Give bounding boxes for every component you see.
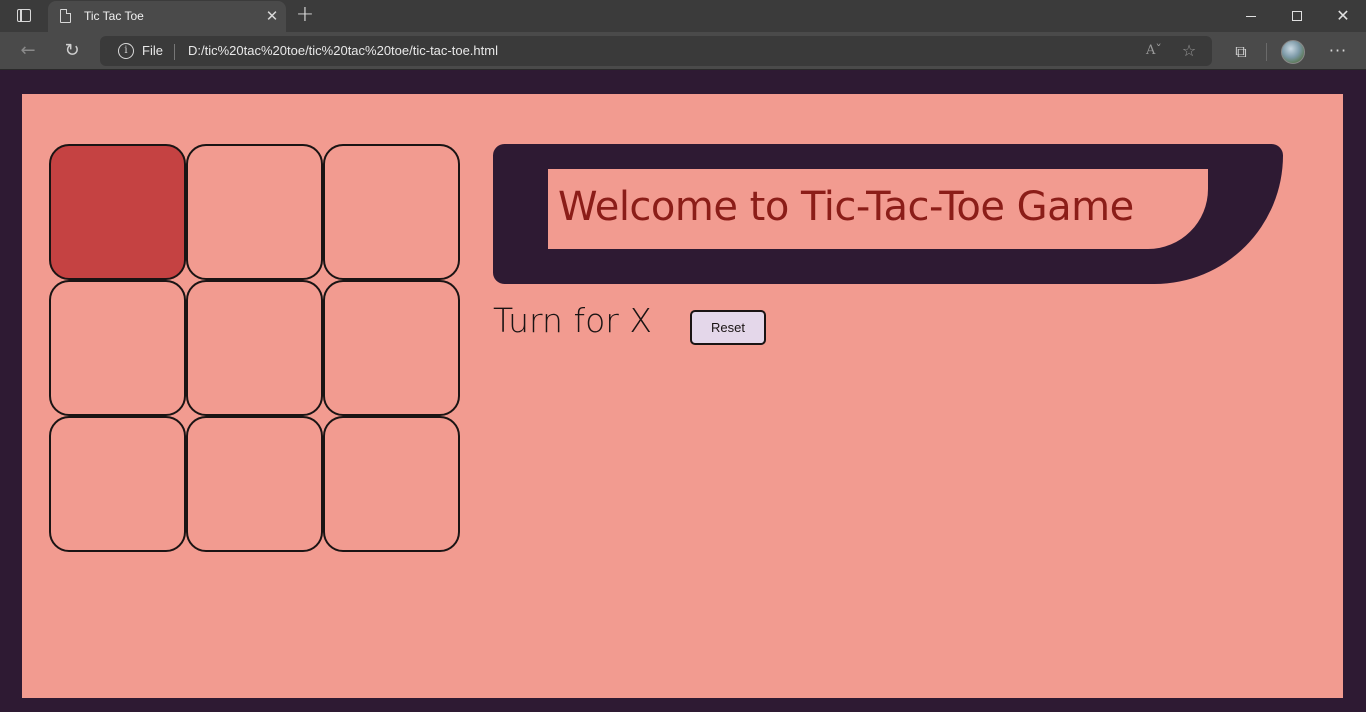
game-board [49,144,460,553]
page-icon [60,8,72,23]
turn-indicator: Turn for X [493,301,652,340]
info-icon[interactable]: i [118,43,134,59]
browser-tab[interactable]: Tic Tac Toe ✕ [48,1,286,32]
address-divider [174,44,175,60]
toolbar-divider [1266,43,1267,61]
tab-close-icon[interactable]: ✕ [264,7,280,25]
extensions-icon[interactable]: ⧉ [1230,41,1252,63]
tab-actions-icon[interactable] [12,6,36,26]
board-cell-7[interactable] [49,416,186,552]
board-cell-5[interactable] [186,280,323,416]
board-cell-8[interactable] [186,416,323,552]
profile-avatar[interactable] [1281,40,1305,64]
page-title: Welcome to Tic-Tac-Toe Game [558,184,1134,230]
game-area: Welcome to Tic-Tac-Toe Game Turn for X R… [22,94,1343,698]
url-text[interactable]: D:/tic%20tac%20toe/tic%20tac%20toe/tic-t… [188,43,498,58]
add-favorite-icon[interactable]: ☆ [1178,41,1200,61]
board-cell-1[interactable] [49,144,186,280]
title-banner-inner: Welcome to Tic-Tac-Toe Game [548,169,1208,249]
title-banner: Welcome to Tic-Tac-Toe Game [493,144,1283,284]
restore-button[interactable] [1274,0,1320,32]
browser-tab-bar: Tic Tac Toe ✕ + ✕ [0,0,1366,32]
board-cell-6[interactable] [323,280,460,416]
board-cell-2[interactable] [186,144,323,280]
read-aloud-icon[interactable]: Aˇ [1143,41,1165,61]
address-prefix: File [142,43,163,58]
close-window-button[interactable]: ✕ [1320,0,1366,32]
board-cell-4[interactable] [49,280,186,416]
browser-toolbar: ← ↻ i File D:/tic%20tac%20toe/tic%20tac%… [0,32,1366,70]
reset-button[interactable]: Reset [690,310,766,345]
refresh-button[interactable]: ↻ [58,39,86,63]
back-button[interactable]: ← [14,39,42,63]
minimize-button[interactable] [1228,0,1274,32]
page-viewport: Welcome to Tic-Tac-Toe Game Turn for X R… [0,71,1366,712]
more-menu-icon[interactable]: ··· [1326,40,1350,62]
new-tab-button[interactable]: + [294,4,316,26]
board-cell-9[interactable] [323,416,460,552]
address-bar[interactable]: i File D:/tic%20tac%20toe/tic%20tac%20to… [100,36,1212,66]
board-cell-3[interactable] [323,144,460,280]
tab-title: Tic Tac Toe [84,9,144,23]
